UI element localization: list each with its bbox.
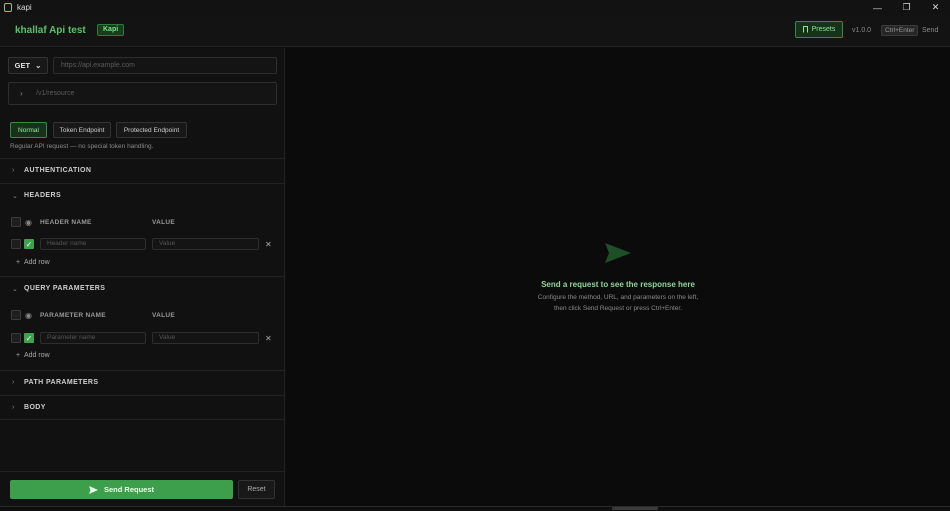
section-path-parameters[interactable]: › PATH PARAMETERS	[0, 370, 285, 395]
delete-row-icon[interactable]: ✕	[265, 240, 272, 249]
app-brand: khallaf Api test	[15, 25, 86, 36]
column-header-name: PARAMETER NAME	[40, 312, 106, 319]
delete-row-icon[interactable]: ✕	[265, 334, 272, 343]
reset-button[interactable]: Reset	[238, 480, 275, 499]
chevron-down-icon: ⌄	[35, 61, 42, 70]
window-controls: — ❐ ✕	[863, 0, 950, 15]
path-input[interactable]: › /v1/resource	[8, 82, 277, 105]
column-header-name: HEADER NAME	[40, 219, 92, 226]
plus-icon: +	[16, 259, 21, 266]
column-header-value: VALUE	[152, 219, 176, 226]
method-value: GET	[14, 61, 31, 70]
scrollbar-thumb[interactable]	[612, 507, 658, 510]
chevron-down-icon: ⌄	[12, 193, 18, 200]
select-all-checkbox[interactable]	[11, 310, 21, 320]
request-panel: GET ⌄ https://api.example.com › /v1/reso…	[0, 48, 285, 511]
send-icon	[88, 485, 98, 494]
section-label: AUTHENTICATION	[24, 167, 92, 174]
send-request-button[interactable]: Send Request	[10, 480, 233, 499]
row-select-checkbox[interactable]	[11, 239, 21, 249]
shortcut-key: Ctrl+Enter	[881, 25, 919, 36]
section-label: BODY	[24, 404, 46, 411]
eye-icon[interactable]: ◉	[25, 311, 32, 320]
chevron-right-icon: ›	[12, 167, 15, 174]
version-label: v1.0.0	[852, 27, 872, 34]
add-row-label: Add row	[23, 352, 50, 359]
app-icon	[4, 3, 12, 12]
status-bar	[0, 506, 950, 511]
mode-description: Regular API request — no special token h…	[10, 143, 154, 150]
section-authentication[interactable]: › AUTHENTICATION	[0, 158, 285, 183]
section-headers[interactable]: ⌄ HEADERS	[0, 183, 285, 208]
presets-label: Presets	[811, 26, 836, 33]
maximize-icon[interactable]: ❐	[892, 0, 921, 15]
chevron-down-icon: ⌄	[12, 286, 18, 293]
app-header: khallaf Api test Kapi Presets v1.0.0 Ctr…	[0, 15, 950, 47]
chevron-right-icon: ›	[12, 379, 15, 386]
add-row-label: Add row	[23, 259, 50, 266]
method-select[interactable]: GET ⌄	[8, 57, 48, 74]
presets-button[interactable]: Presets	[795, 21, 843, 38]
section-label: HEADERS	[24, 192, 62, 199]
response-empty-title: Send a request to see the response here	[541, 280, 695, 289]
send-icon	[605, 243, 631, 263]
response-empty-hint: Configure the method, URL, and parameter…	[537, 294, 699, 301]
window-titlebar: kapi — ❐ ✕	[0, 0, 950, 15]
section-label: QUERY PARAMETERS	[24, 285, 106, 292]
path-placeholder: /v1/resource	[36, 90, 75, 97]
send-request-label: Send Request	[103, 485, 154, 494]
response-panel: Send a request to see the response here …	[286, 48, 950, 511]
request-footer: Send Request Reset	[0, 471, 285, 511]
window-title: kapi	[17, 3, 32, 12]
minimize-icon[interactable]: —	[863, 0, 892, 15]
app-badge: Kapi	[97, 24, 125, 36]
mode-token-endpoint-button[interactable]: Token Endpoint	[53, 122, 111, 138]
select-all-checkbox[interactable]	[11, 217, 21, 227]
add-header-row-button[interactable]: + Add row	[16, 259, 50, 266]
parameter-name-input[interactable]: Parameter name	[40, 332, 146, 344]
close-icon[interactable]: ✕	[921, 0, 950, 15]
response-empty-hint: then click Send Request or press Ctrl+En…	[553, 305, 683, 312]
column-header-value: VALUE	[152, 312, 176, 319]
chevron-right-icon: ›	[12, 404, 15, 411]
header-value-input[interactable]: Value	[152, 238, 259, 250]
eye-icon[interactable]: ◉	[25, 218, 32, 227]
section-body[interactable]: › BODY	[0, 395, 285, 420]
row-enabled-checkbox[interactable]: ✓	[24, 239, 34, 249]
row-enabled-checkbox[interactable]: ✓	[24, 333, 34, 343]
mode-normal-button[interactable]: Normal	[10, 122, 47, 138]
header-name-input[interactable]: Header name	[40, 238, 146, 250]
url-input[interactable]: https://api.example.com	[53, 57, 277, 74]
parameter-value-input[interactable]: Value	[152, 332, 259, 344]
shortcut-action: Send	[922, 27, 939, 34]
mode-protected-endpoint-button[interactable]: Protected Endpoint	[116, 122, 187, 138]
add-query-row-button[interactable]: + Add row	[16, 352, 50, 359]
section-label: PATH PARAMETERS	[24, 379, 99, 386]
row-select-checkbox[interactable]	[11, 333, 21, 343]
bookmark-icon	[802, 26, 808, 33]
section-query-parameters[interactable]: ⌄ QUERY PARAMETERS	[0, 276, 285, 301]
plus-icon: +	[16, 352, 21, 359]
chevron-right-icon[interactable]: ›	[20, 89, 23, 98]
